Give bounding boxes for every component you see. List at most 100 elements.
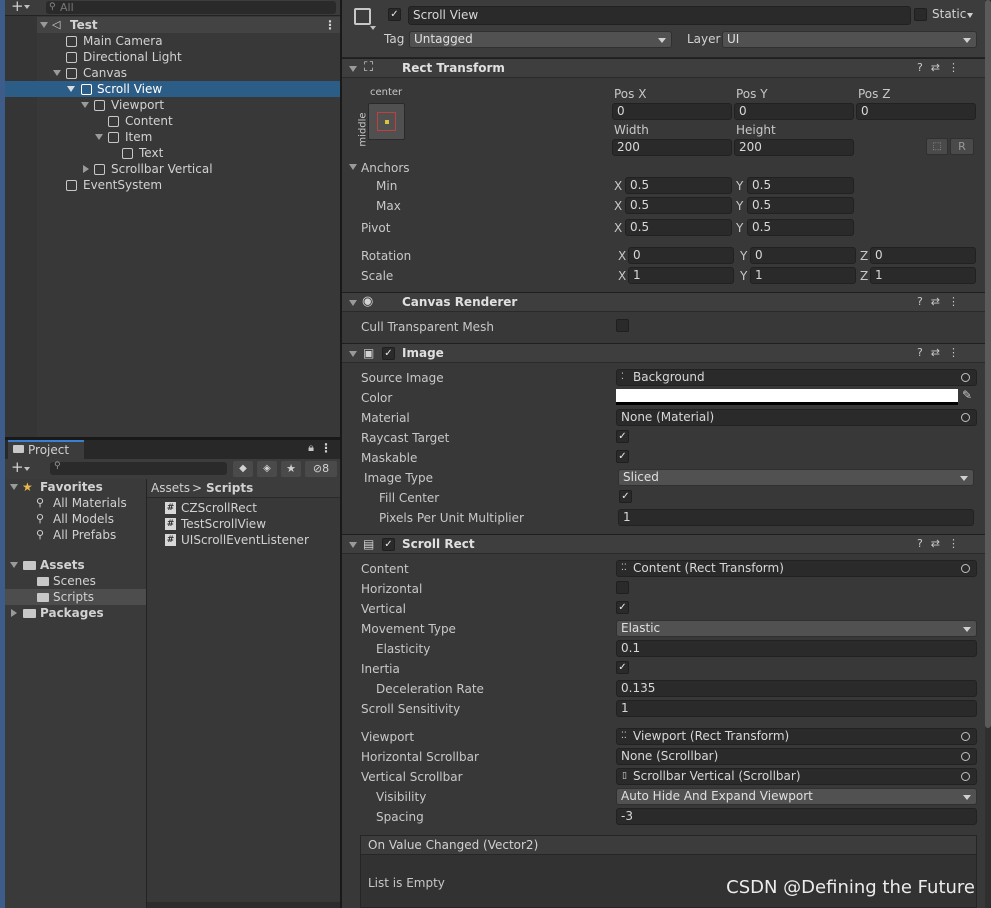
anchor-min-y-field[interactable]: 0.5 — [747, 177, 854, 194]
tree-all-models[interactable]: ⚲ All Models — [5, 511, 146, 527]
hierarchy-scene-row[interactable]: ◁ Test ⋮ — [37, 17, 340, 33]
eyedropper-icon[interactable]: ✎ — [962, 388, 972, 402]
rotation-y-field[interactable]: 0 — [750, 247, 856, 264]
object-name-field[interactable]: Scroll View — [408, 6, 911, 25]
tab-project[interactable]: Project — [8, 440, 84, 459]
foldout-arrow-icon[interactable] — [349, 66, 357, 72]
hierarchy-item-directional-light[interactable]: Directional Light — [37, 49, 340, 65]
project-scrollbar[interactable] — [147, 902, 340, 908]
tree-packages[interactable]: Packages — [5, 605, 146, 621]
foldout-arrow-icon[interactable] — [349, 300, 357, 306]
help-icon[interactable]: ? — [917, 346, 931, 359]
hierarchy-item-text[interactable]: Text — [37, 145, 340, 161]
preset-icon[interactable]: ⇄ — [931, 61, 948, 74]
help-icon[interactable]: ? — [917, 295, 931, 308]
color-swatch[interactable] — [616, 389, 958, 405]
raycast-target-checkbox[interactable]: ✓ — [616, 430, 629, 443]
preset-icon[interactable]: ⇄ — [931, 346, 948, 359]
expand-arrow-icon[interactable] — [10, 484, 18, 490]
foldout-arrow-icon[interactable] — [349, 351, 357, 357]
horizontal-checkbox[interactable] — [616, 581, 629, 594]
tree-all-materials[interactable]: ⚲ All Materials — [5, 495, 146, 511]
label-tag-icon[interactable]: ◈ — [257, 461, 277, 477]
object-picker-icon[interactable] — [961, 413, 970, 422]
spacing-field[interactable]: -3 — [616, 808, 977, 825]
scrollbar-thumb[interactable] — [985, 0, 991, 728]
vertical-scrollbar-field[interactable]: ▯ Scrollbar Vertical (Scrollbar) — [616, 768, 977, 785]
chevron-down-icon[interactable] — [24, 467, 30, 471]
static-label[interactable]: Static — [932, 7, 966, 21]
pos-z-field[interactable]: 0 — [856, 103, 976, 120]
pivot-x-field[interactable]: 0.5 — [625, 219, 732, 236]
anchor-preset-button[interactable] — [368, 103, 405, 140]
tree-all-prefabs[interactable]: ⚲ All Prefabs — [5, 527, 146, 543]
rotation-x-field[interactable]: 0 — [628, 247, 734, 264]
height-field[interactable]: 200 — [734, 139, 854, 156]
chevron-down-icon[interactable] — [24, 5, 30, 9]
expand-arrow-icon[interactable] — [95, 134, 103, 140]
deceleration-rate-field[interactable]: 0.135 — [616, 680, 977, 697]
breadcrumb-scripts[interactable]: Scripts — [206, 481, 253, 495]
chevron-down-icon[interactable] — [967, 13, 973, 18]
canvas-renderer-header[interactable]: ◉ Canvas Renderer ?⇄⋮ — [342, 292, 985, 312]
lock-icon[interactable]: 🔒︎ — [308, 441, 314, 455]
anchor-max-x-field[interactable]: 0.5 — [625, 197, 732, 214]
foldout-arrow-icon[interactable] — [349, 542, 357, 548]
icon-chevron-down-icon[interactable] — [370, 26, 376, 30]
anchors-foldout-icon[interactable] — [349, 164, 357, 170]
file-item[interactable]: # UIScrollEventListener — [147, 532, 340, 548]
pos-y-field[interactable]: 0 — [734, 103, 854, 120]
anchor-min-x-field[interactable]: 0.5 — [625, 177, 732, 194]
more-icon[interactable]: ⋮ — [948, 61, 967, 74]
help-icon[interactable]: ? — [917, 61, 931, 74]
pixels-per-unit-field[interactable]: 1 — [618, 509, 974, 526]
object-picker-icon[interactable] — [961, 752, 970, 761]
hidden-packages-toggle[interactable]: ⊘8 — [305, 461, 337, 477]
preset-icon[interactable]: ⇄ — [931, 537, 948, 550]
pos-x-field[interactable]: 0 — [612, 103, 732, 120]
blueprint-mode-button[interactable]: ⬚ — [926, 138, 948, 155]
hierarchy-item-content[interactable]: Content — [37, 113, 340, 129]
scale-y-field[interactable]: 1 — [750, 267, 856, 284]
vertical-checkbox[interactable]: ✓ — [616, 601, 629, 614]
add-icon[interactable]: + — [11, 458, 24, 476]
expand-arrow-icon[interactable] — [67, 86, 75, 92]
file-item[interactable]: # CZScrollRect — [147, 500, 340, 516]
width-field[interactable]: 200 — [612, 139, 732, 156]
movement-type-dropdown[interactable]: Elastic — [616, 620, 977, 637]
rect-transform-header[interactable]: ⛶ Rect Transform ?⇄⋮ — [342, 58, 985, 78]
elasticity-field[interactable]: 0.1 — [616, 640, 977, 657]
tree-scenes[interactable]: Scenes — [5, 573, 146, 589]
component-enabled-checkbox[interactable]: ✓ — [382, 538, 395, 551]
expand-arrow-icon[interactable] — [10, 562, 18, 568]
scroll-sensitivity-field[interactable]: 1 — [616, 700, 977, 717]
raw-edit-button[interactable]: R — [950, 138, 974, 155]
pivot-y-field[interactable]: 0.5 — [747, 219, 854, 236]
more-icon[interactable]: ⋮ — [324, 17, 336, 33]
expand-arrow-icon[interactable] — [40, 22, 48, 28]
more-icon[interactable]: ⋮ — [320, 441, 332, 455]
scroll-rect-header[interactable]: ▤ ✓ Scroll Rect ?⇄⋮ — [342, 534, 985, 554]
anchor-max-y-field[interactable]: 0.5 — [747, 197, 854, 214]
active-checkbox[interactable]: ✓ — [388, 8, 401, 21]
tree-assets[interactable]: Assets — [5, 557, 146, 573]
preset-icon[interactable]: ⇄ — [931, 295, 948, 308]
more-icon[interactable]: ⋮ — [948, 346, 967, 359]
project-search-input[interactable]: ⚲ — [50, 461, 227, 475]
tree-favorites[interactable]: ★ Favorites — [5, 479, 146, 495]
file-item[interactable]: # TestScrollView — [147, 516, 340, 532]
scale-x-field[interactable]: 1 — [628, 267, 734, 284]
hierarchy-item-canvas[interactable]: Canvas — [37, 65, 340, 81]
hierarchy-item-item[interactable]: Item — [37, 129, 340, 145]
breadcrumb-assets[interactable]: Assets — [151, 481, 190, 495]
image-type-dropdown[interactable]: Sliced — [618, 469, 974, 486]
add-icon[interactable]: + — [11, 0, 24, 15]
hierarchy-item-eventsystem[interactable]: EventSystem — [37, 177, 340, 193]
object-picker-icon[interactable] — [961, 373, 970, 382]
layer-dropdown[interactable]: UI — [722, 31, 977, 48]
maskable-checkbox[interactable]: ✓ — [616, 450, 629, 463]
hierarchy-item-main-camera[interactable]: Main Camera — [37, 33, 340, 49]
expand-arrow-icon[interactable] — [53, 70, 61, 76]
material-field[interactable]: None (Material) — [616, 409, 977, 426]
tag-dropdown[interactable]: Untagged — [409, 31, 672, 48]
